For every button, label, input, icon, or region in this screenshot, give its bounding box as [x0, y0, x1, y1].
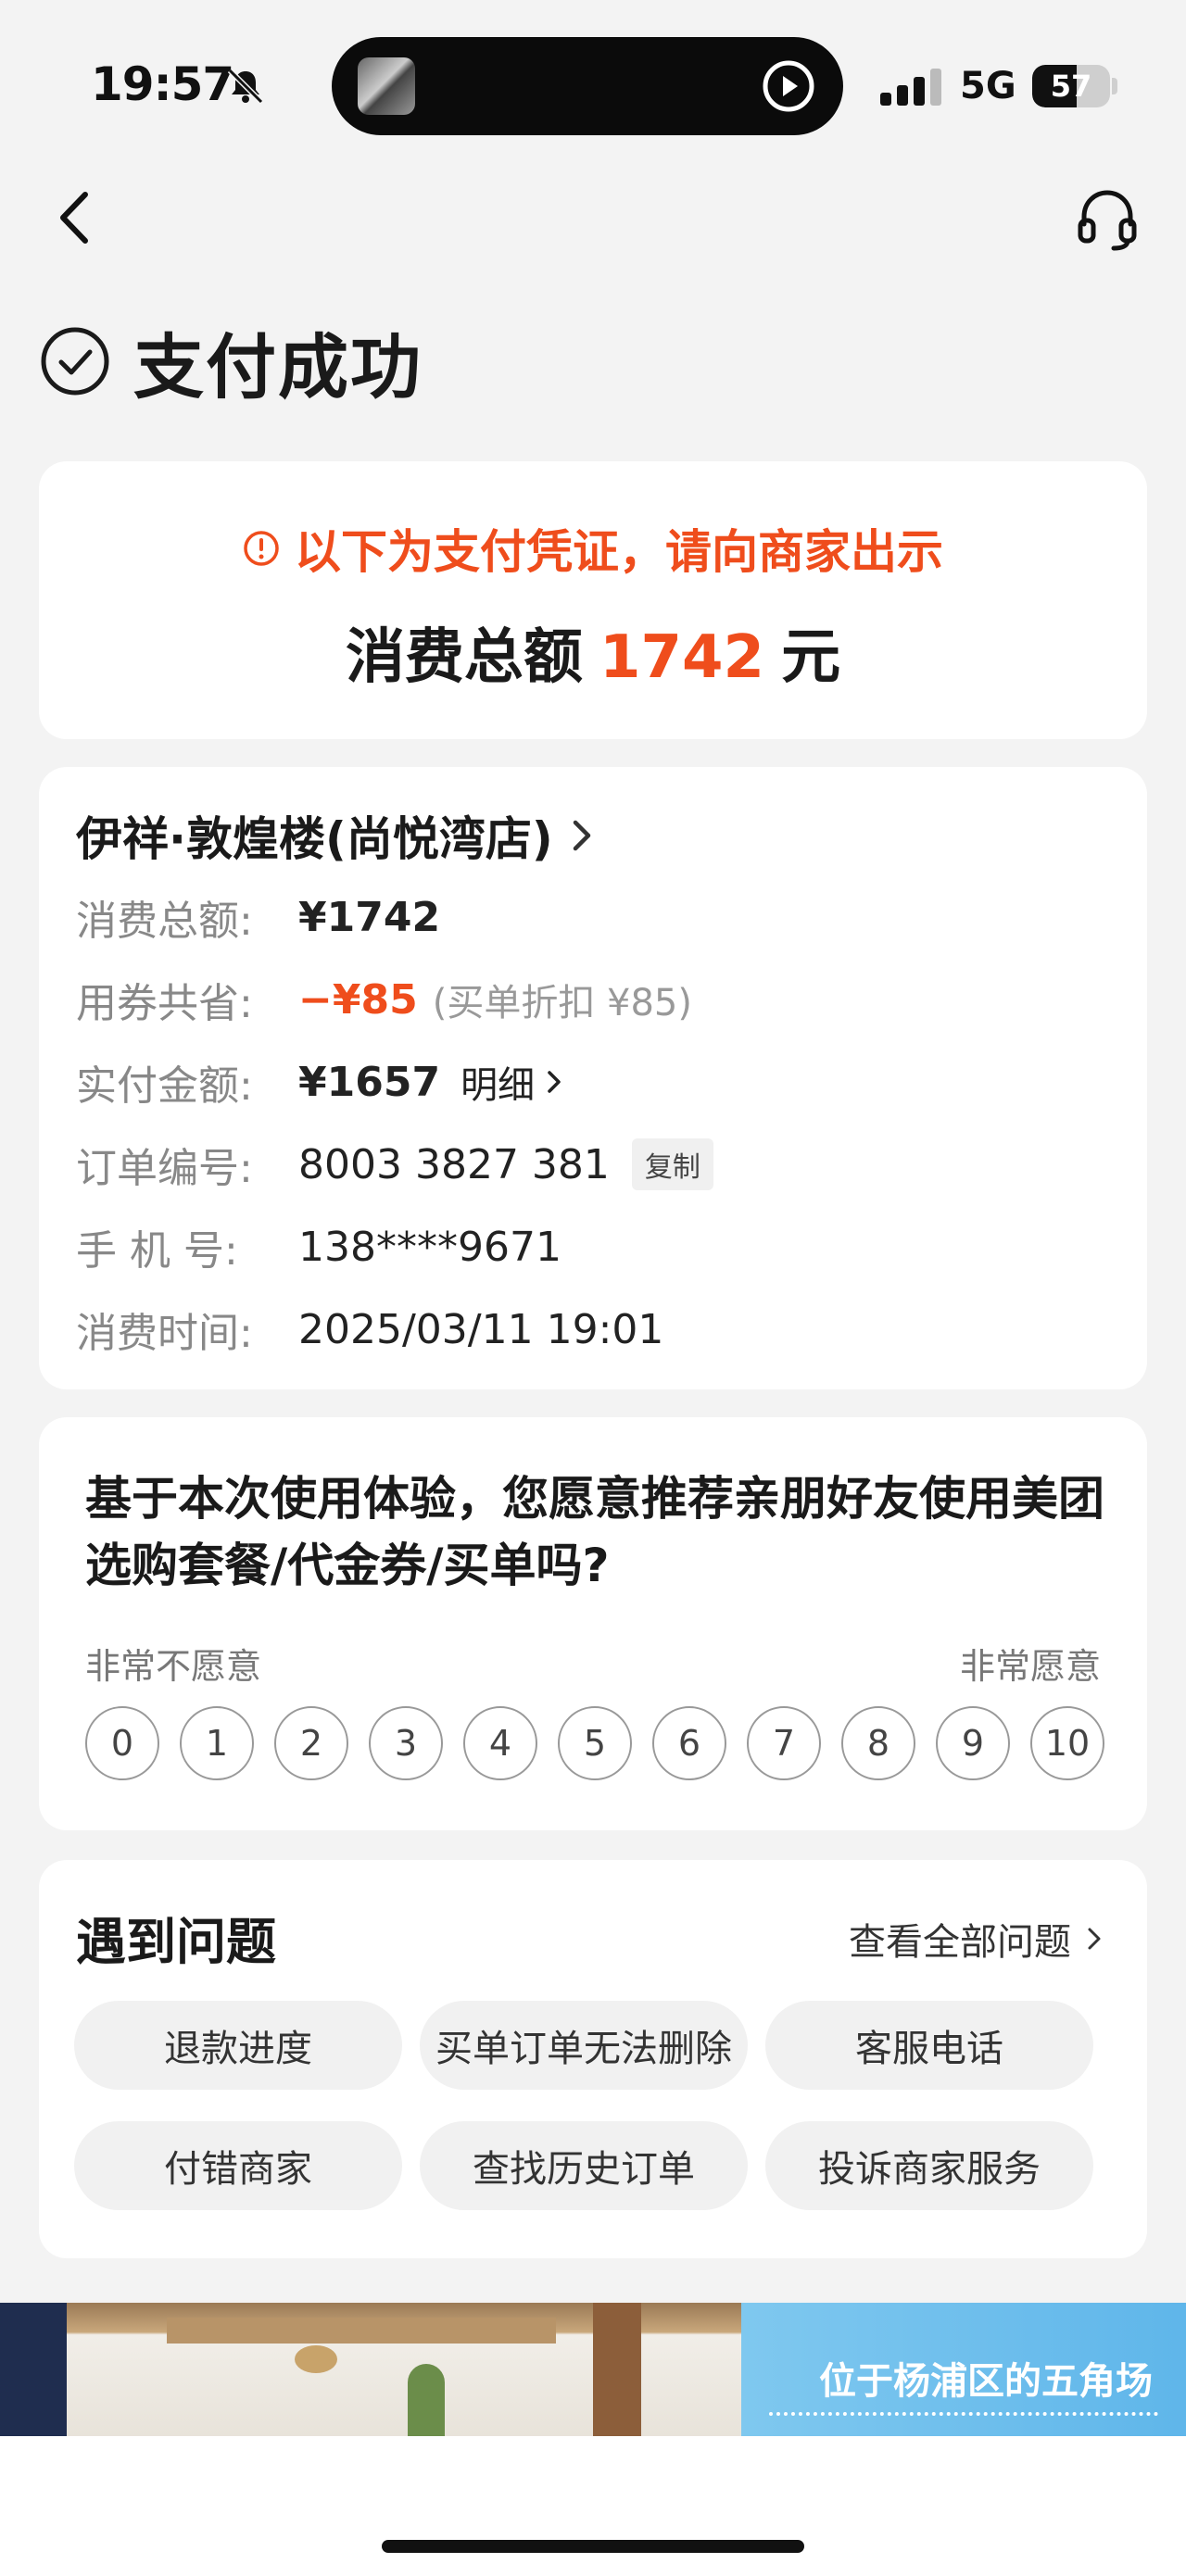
info-label: 消费时间: — [76, 1310, 253, 1357]
survey-question: 基于本次使用体验，您愿意推荐亲朋好友使用美团选购套餐/代金券/买单吗? — [85, 1472, 1104, 1592]
view-all-label: 查看全部问题 — [849, 1921, 1071, 1964]
score-options: 0 1 2 3 4 5 6 7 8 9 10 — [85, 1706, 1104, 1780]
headset-icon[interactable] — [1075, 185, 1140, 252]
order-info-card: 伊祥·敦煌楼(尚悦湾店) 消费总额: ¥1742 用券共省: −¥85 (买单折… — [39, 767, 1147, 1389]
bottom-safe-area — [0, 2436, 1186, 2576]
store-name: 伊祥·敦煌楼(尚悦湾店) — [76, 812, 553, 866]
detail-link-label: 明细 — [461, 1064, 536, 1107]
nps-survey-card: 基于本次使用体验，您愿意推荐亲朋好友使用美团选购套餐/代金券/买单吗? 非常不愿… — [39, 1417, 1147, 1830]
score-option[interactable]: 7 — [747, 1706, 821, 1780]
chevron-right-icon — [573, 820, 590, 851]
info-row-order-no: 订单编号: 8003 3827 381 复制 — [76, 1137, 713, 1192]
alert-icon — [244, 531, 279, 566]
battery-percent: 57 — [1050, 69, 1092, 104]
banner-text: 位于杨浦区的五角场 — [819, 2360, 1153, 2403]
discount-note: (买单折扣 ¥85) — [432, 982, 692, 1024]
help-topic-chip[interactable]: 投诉商家服务 — [765, 2121, 1093, 2210]
help-topic-chip[interactable]: 客服电话 — [765, 2001, 1093, 2090]
banner-divider — [769, 2412, 1158, 2418]
info-value: −¥85 — [298, 975, 418, 1024]
info-label: 手 机 号: — [76, 1227, 238, 1275]
info-label: 消费总额: — [76, 898, 253, 945]
help-topic-chip[interactable]: 退款进度 — [74, 2001, 402, 2090]
score-option[interactable]: 9 — [936, 1706, 1010, 1780]
info-row-paid: 实付金额: ¥1657 明细 — [76, 1054, 562, 1110]
help-title: 遇到问题 — [76, 1913, 276, 1971]
store-link[interactable]: 伊祥·敦煌楼(尚悦湾店) — [76, 802, 594, 869]
play-icon[interactable] — [762, 59, 815, 113]
status-bar: 19:57 5G 57 — [0, 0, 1186, 167]
info-value: 8003 3827 381 — [298, 1140, 610, 1188]
bell-slash-icon — [227, 68, 264, 105]
info-row-phone: 手 机 号: 138****9671 — [76, 1219, 561, 1275]
info-row-saved: 用券共省: −¥85 (买单折扣 ¥85) — [76, 972, 692, 1028]
help-topic-chip[interactable]: 付错商家 — [74, 2121, 402, 2210]
score-option[interactable]: 6 — [652, 1706, 726, 1780]
payment-detail-link[interactable]: 明细 — [461, 1055, 562, 1109]
score-option[interactable]: 5 — [558, 1706, 632, 1780]
status-time: 19:57 — [91, 57, 234, 111]
info-value: ¥1657 — [298, 1058, 441, 1106]
info-label: 实付金额: — [76, 1062, 253, 1110]
help-topic-chip[interactable]: 买单订单无法删除 — [420, 2001, 748, 2090]
media-thumbnail — [358, 57, 415, 115]
back-icon[interactable] — [46, 185, 102, 250]
info-row-time: 消费时间: 2025/03/11 19:01 — [76, 1301, 664, 1358]
banner-photo — [0, 2303, 741, 2436]
dynamic-island[interactable] — [332, 37, 843, 135]
info-value: 2025/03/11 19:01 — [298, 1305, 664, 1353]
help-card: 遇到问题 查看全部问题 退款进度 买单订单无法删除 客服电话付错商家 查找历史订单 投诉… — [39, 1860, 1147, 2258]
help-topic-chip[interactable]: 查找历史订单 — [420, 2121, 748, 2210]
page-title-row: 支付成功 — [39, 315, 423, 408]
payment-voucher-card: 以下为支付凭证，请向商家出示 消费总额 1742 元 — [39, 461, 1147, 739]
chevron-right-icon — [548, 1071, 561, 1093]
voucher-notice: 以下为支付凭证，请向商家出示 — [39, 515, 1147, 582]
voucher-total: 消费总额 1742 元 — [39, 609, 1147, 695]
info-value: ¥1742 — [298, 893, 441, 941]
score-option[interactable]: 3 — [369, 1706, 443, 1780]
info-label: 订单编号: — [76, 1145, 253, 1192]
voucher-total-unit: 元 — [781, 623, 841, 692]
score-option[interactable]: 0 — [85, 1706, 159, 1780]
check-circle-icon — [41, 327, 109, 396]
battery-icon: 57 — [1032, 65, 1117, 107]
score-option[interactable]: 1 — [180, 1706, 254, 1780]
scale-low-label: 非常不愿意 — [85, 1646, 262, 1687]
help-topics: 退款进度 买单订单无法删除 客服电话付错商家 查找历史订单 投诉商家服务 — [74, 2001, 1112, 2210]
info-label: 用券共省: — [76, 980, 253, 1027]
info-row-total: 消费总额: ¥1742 — [76, 889, 441, 946]
copy-order-button[interactable]: 复制 — [631, 1138, 713, 1190]
voucher-total-amount: 1742 — [599, 623, 765, 692]
ad-banner[interactable]: 位于杨浦区的五角场 — [0, 2303, 1186, 2436]
network-type: 5G — [960, 65, 1016, 107]
home-indicator[interactable] — [382, 2540, 804, 2553]
voucher-notice-text: 以下为支付凭证，请向商家出示 — [295, 525, 943, 579]
score-option[interactable]: 2 — [274, 1706, 348, 1780]
voucher-total-label: 消费总额 — [345, 623, 583, 692]
signal-icon — [880, 69, 941, 106]
score-option[interactable]: 10 — [1030, 1706, 1104, 1780]
view-all-problems-link[interactable]: 查看全部问题 — [849, 1912, 1103, 1966]
score-option[interactable]: 8 — [841, 1706, 915, 1780]
score-option[interactable]: 4 — [463, 1706, 537, 1780]
chevron-right-icon — [1088, 1928, 1101, 1950]
page-title: 支付成功 — [133, 326, 423, 408]
scale-high-label: 非常愿意 — [959, 1646, 1101, 1687]
info-value: 138****9671 — [298, 1223, 561, 1271]
